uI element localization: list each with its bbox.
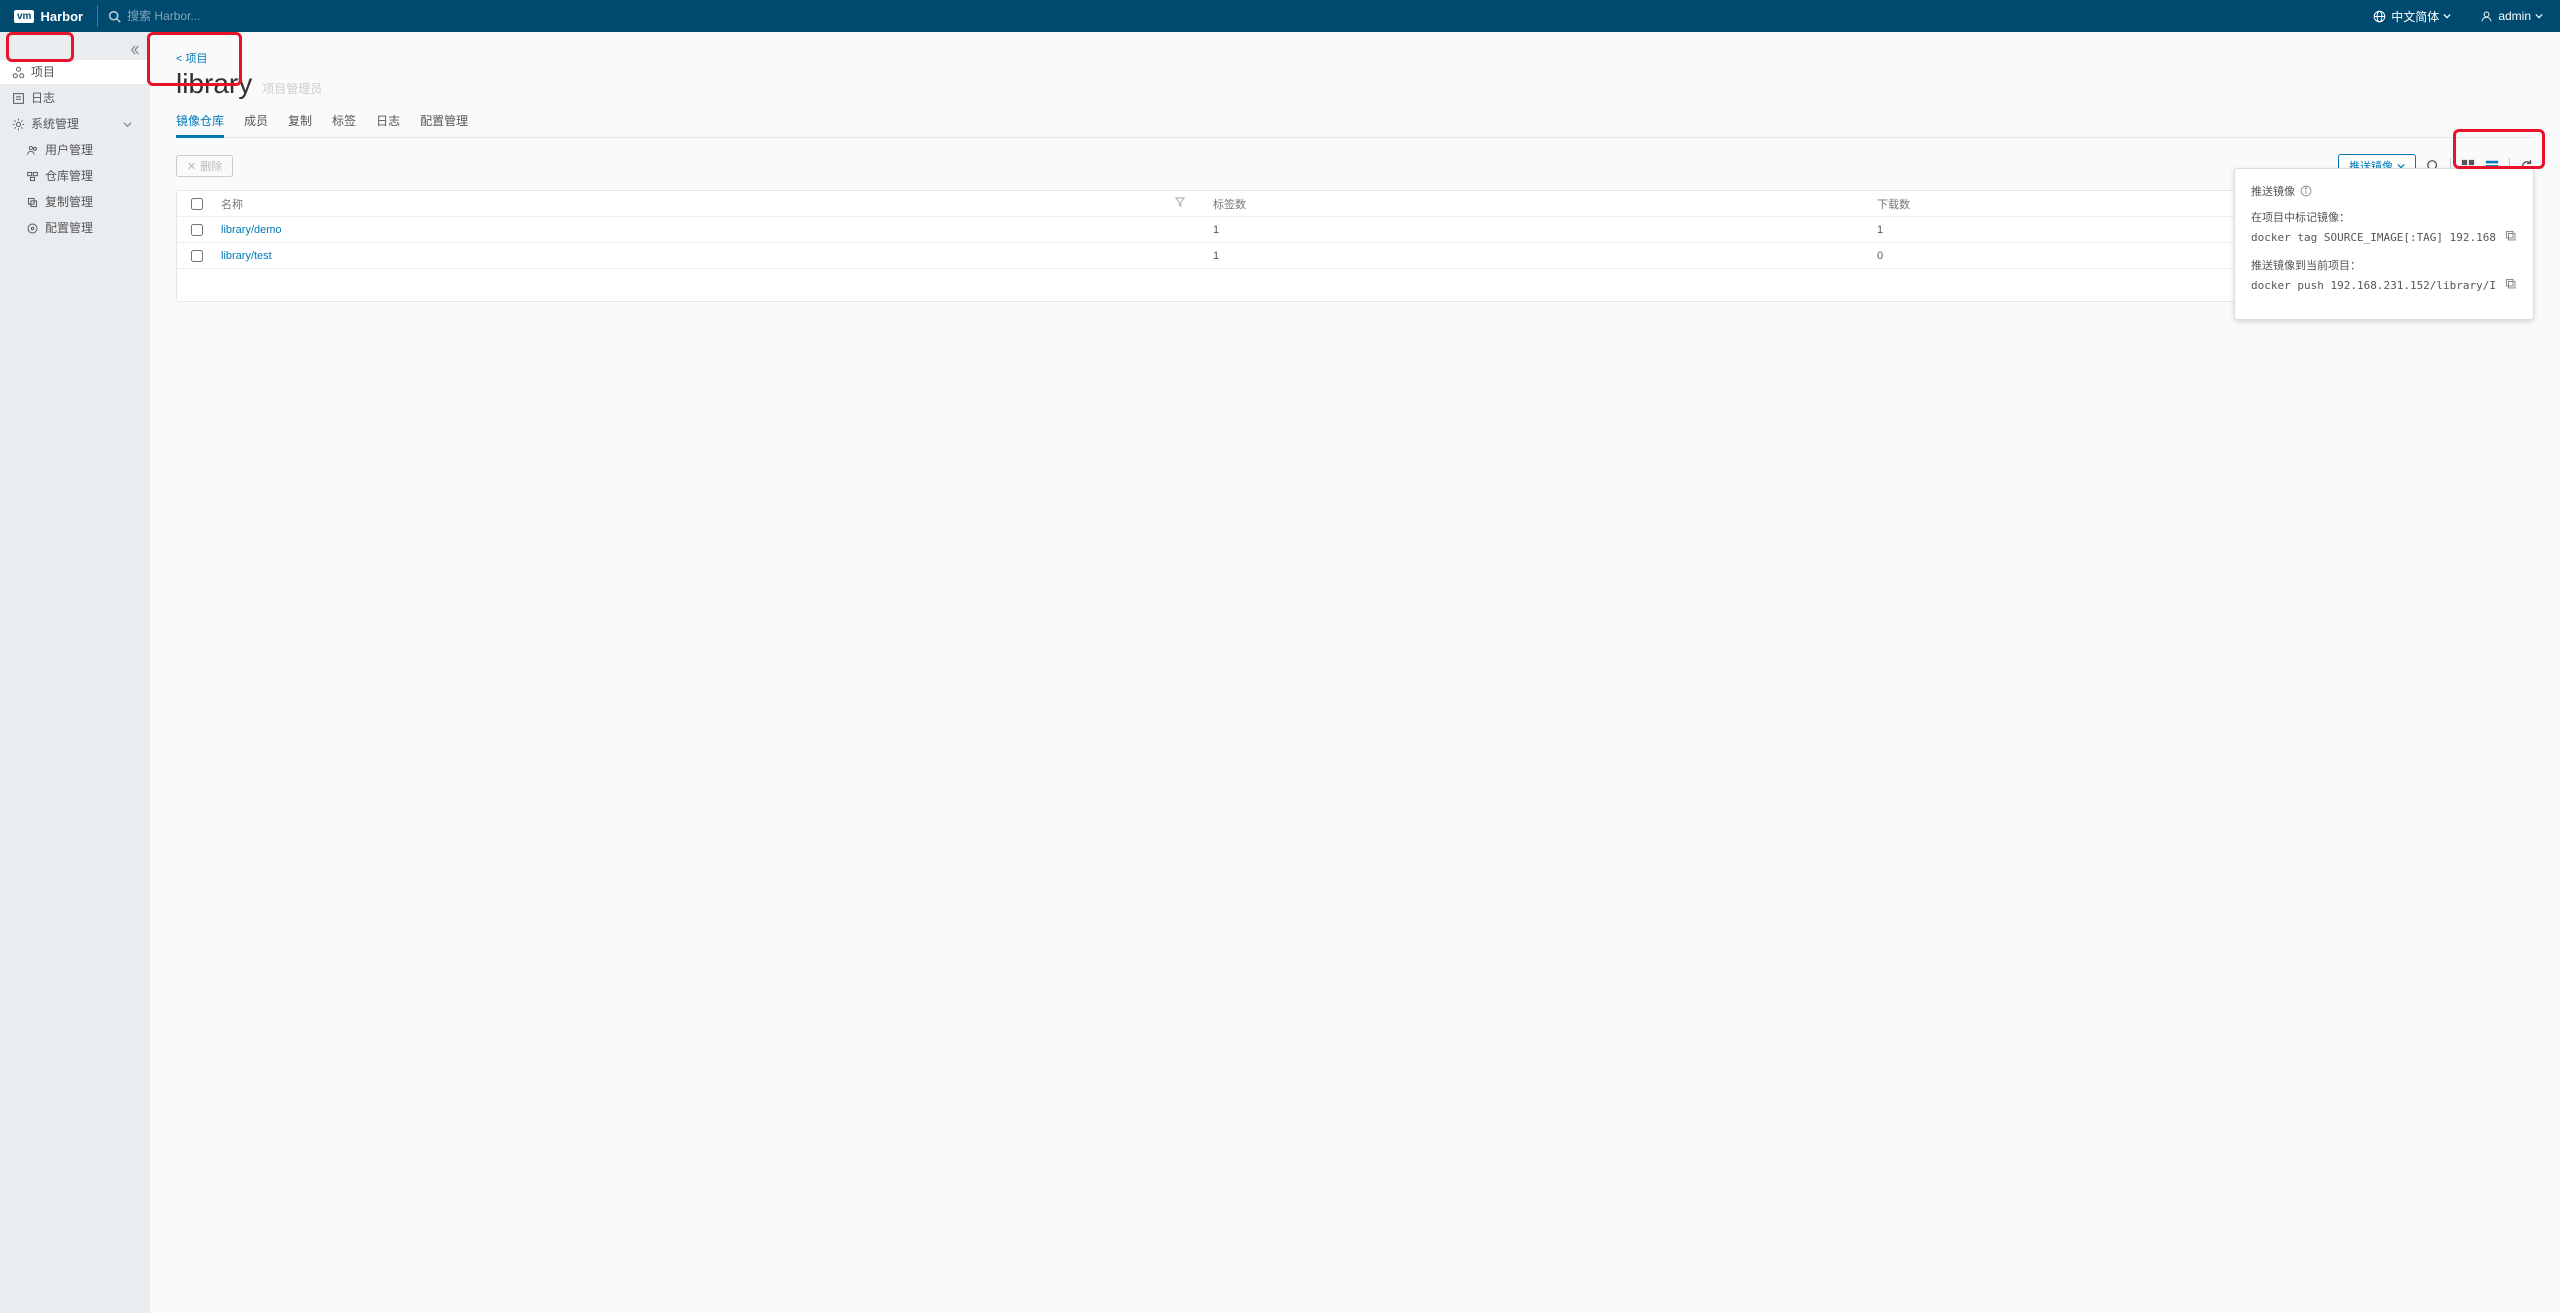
popover-tag-command: docker tag SOURCE_IMAGE[:TAG] 192.168.23… xyxy=(2251,231,2496,244)
tab-repositories[interactable]: 镜像仓库 xyxy=(176,106,224,138)
sidebar-nav: 项目 日志 系统管理 用户管理 仓库管理 复制管理 xyxy=(0,32,150,240)
popover-title-row: 推送镜像 xyxy=(2251,183,2517,199)
header-right: 中文简体 admin xyxy=(2361,8,2560,25)
tab-replication[interactable]: 复制 xyxy=(288,106,312,137)
chevron-down-icon xyxy=(123,120,132,129)
sidebar-item-logs[interactable]: 日志 xyxy=(0,86,150,110)
row-checkbox[interactable] xyxy=(191,224,203,236)
select-all-cell xyxy=(177,198,217,210)
filter-icon[interactable] xyxy=(1175,197,1185,210)
copy-push-button[interactable] xyxy=(2504,277,2517,293)
row-tags: 1 xyxy=(1205,250,1869,262)
chevron-down-icon xyxy=(2443,12,2451,20)
table-row: library/demo 1 1 xyxy=(177,217,2533,243)
sidebar-item-admin[interactable]: 系统管理 xyxy=(0,112,150,136)
popover-tag-section: 在项目中标记镜像： docker tag SOURCE_IMAGE[:TAG] … xyxy=(2251,209,2517,245)
copy-icon xyxy=(26,196,39,209)
repo-link[interactable]: library/test xyxy=(221,250,272,262)
search-input[interactable] xyxy=(127,9,327,23)
sidebar-item-label: 系统管理 xyxy=(31,116,79,132)
settings-icon xyxy=(26,222,39,235)
globe-icon xyxy=(2373,10,2386,23)
sidebar-item-projects[interactable]: 项目 xyxy=(0,60,150,84)
delete-label: 删除 xyxy=(200,158,222,174)
collapse-icon xyxy=(130,45,140,55)
page-title-row: library 项目管理员 xyxy=(176,68,2534,100)
chevron-down-icon xyxy=(2535,12,2543,20)
repo-icon xyxy=(26,170,39,183)
page-title: library xyxy=(176,68,252,100)
sidebar-collapse-button[interactable] xyxy=(130,44,140,58)
users-icon xyxy=(26,144,39,157)
sidebar-subitem-configuration[interactable]: 配置管理 xyxy=(0,216,150,240)
delete-button[interactable]: ✕ 删除 xyxy=(176,155,233,177)
info-icon[interactable] xyxy=(2300,185,2312,197)
project-icon xyxy=(12,66,25,79)
user-icon xyxy=(2480,10,2493,23)
sidebar-subitem-users[interactable]: 用户管理 xyxy=(0,138,150,162)
row-checkbox[interactable] xyxy=(191,250,203,262)
header-left: vm Harbor xyxy=(0,0,337,32)
tab-bar: 镜像仓库 成员 复制 标签 日志 配置管理 xyxy=(176,106,2534,138)
global-search[interactable] xyxy=(98,9,337,23)
popover-push-label: 推送镜像到当前项目： xyxy=(2251,257,2517,273)
sidebar-item-label: 项目 xyxy=(31,64,55,80)
sidebar-subitem-label: 仓库管理 xyxy=(45,168,93,184)
tab-members[interactable]: 成员 xyxy=(244,106,268,137)
row-tags: 1 xyxy=(1205,224,1869,236)
col-header-tags[interactable]: 标签数 xyxy=(1205,196,1869,212)
log-icon xyxy=(12,92,25,105)
content-area: < 项目 library 项目管理员 镜像仓库 成员 复制 标签 日志 配置管理… xyxy=(150,32,2560,1313)
app-header: vm Harbor 中文简体 admin xyxy=(0,0,2560,32)
table-header-row: 名称 标签数 下载数 xyxy=(177,191,2533,217)
toolbar: ✕ 删除 推送镜像 xyxy=(176,154,2534,178)
sidebar-item-label: 日志 xyxy=(31,90,55,106)
sidebar-subitem-label: 复制管理 xyxy=(45,194,93,210)
copy-icon xyxy=(2504,277,2517,290)
language-label: 中文简体 xyxy=(2391,8,2439,25)
popover-tag-label: 在项目中标记镜像： xyxy=(2251,209,2517,225)
logo-badge: vm xyxy=(14,10,34,23)
sidebar-subitem-registries[interactable]: 仓库管理 xyxy=(0,164,150,188)
page-subtitle: 项目管理员 xyxy=(262,80,322,97)
tab-labels[interactable]: 标签 xyxy=(332,106,356,137)
repositories-table: 名称 标签数 下载数 library/demo 1 1 library/test… xyxy=(176,190,2534,302)
sidebar-subitem-label: 配置管理 xyxy=(45,220,93,236)
gear-icon xyxy=(12,118,25,131)
user-menu[interactable]: admin xyxy=(2468,9,2560,23)
copy-icon xyxy=(2504,229,2517,242)
select-all-checkbox[interactable] xyxy=(191,198,203,210)
table-footer: 1 - 2 共计 2 条记录 xyxy=(177,269,2533,301)
popover-push-command: docker push 192.168.231.152/library/IMAG… xyxy=(2251,279,2496,292)
close-icon: ✕ xyxy=(187,160,196,173)
popover-push-section: 推送镜像到当前项目： docker push 192.168.231.152/l… xyxy=(2251,257,2517,293)
product-name: Harbor xyxy=(40,9,83,24)
main-area: 项目 日志 系统管理 用户管理 仓库管理 复制管理 xyxy=(0,32,2560,1313)
col-header-name[interactable]: 名称 xyxy=(217,196,1205,212)
copy-tag-button[interactable] xyxy=(2504,229,2517,245)
logo[interactable]: vm Harbor xyxy=(0,9,97,24)
sidebar-subitem-label: 用户管理 xyxy=(45,142,93,158)
sidebar: 项目 日志 系统管理 用户管理 仓库管理 复制管理 xyxy=(0,32,150,1313)
tab-configuration[interactable]: 配置管理 xyxy=(420,106,468,137)
table-row: library/test 1 0 xyxy=(177,243,2533,269)
search-icon xyxy=(108,10,121,23)
push-image-popover: 推送镜像 在项目中标记镜像： docker tag SOURCE_IMAGE[:… xyxy=(2234,168,2534,320)
col-header-name-label: 名称 xyxy=(221,196,243,212)
language-switcher[interactable]: 中文简体 xyxy=(2361,8,2468,25)
user-label: admin xyxy=(2498,9,2531,23)
breadcrumb-back[interactable]: < 项目 xyxy=(176,50,2534,66)
sidebar-subitem-replications[interactable]: 复制管理 xyxy=(0,190,150,214)
repo-link[interactable]: library/demo xyxy=(221,224,282,236)
popover-title: 推送镜像 xyxy=(2251,183,2295,199)
tab-logs[interactable]: 日志 xyxy=(376,106,400,137)
